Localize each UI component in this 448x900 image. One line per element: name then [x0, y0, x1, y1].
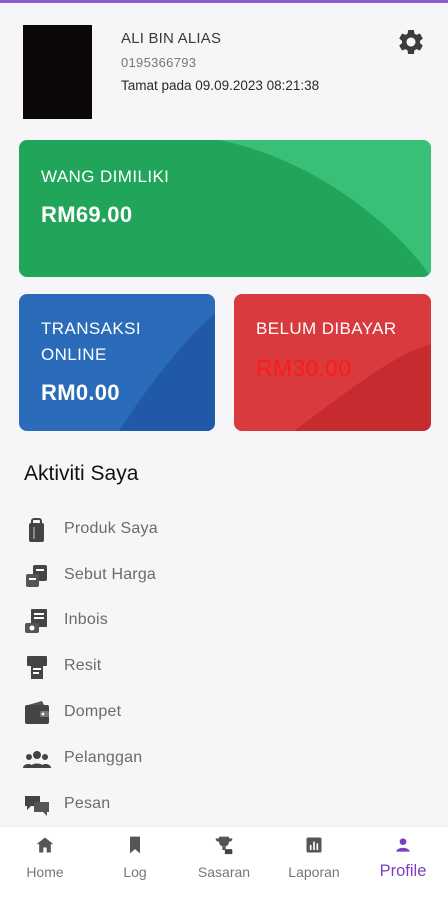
quotation-icon [26, 565, 47, 587]
online-transaction-card[interactable]: TRANSAKSI ONLINE RM0.00 [19, 294, 215, 431]
menu-item-inbois[interactable]: Inbois [0, 598, 448, 642]
menu-item-label: Resit [64, 657, 102, 674]
unpaid-amount: RM30.00 [256, 355, 352, 381]
nav-home[interactable]: Home [0, 827, 90, 900]
menu-item-label: Dompet [64, 703, 122, 720]
bottom-navigation: Home Log Sasaran Laporan Profile [0, 826, 448, 900]
message-icon [25, 796, 49, 816]
nav-profile[interactable]: Profile [358, 827, 448, 900]
unpaid-label: BELUM DIBAYAR [256, 319, 397, 338]
nav-log[interactable]: Log [90, 827, 180, 900]
menu-item-label: Inbois [64, 611, 108, 628]
subscription-expiry: Tamat pada 09.09.2023 08:21:38 [121, 78, 320, 93]
balance-label: WANG DIMILIKI [41, 167, 170, 186]
report-icon [306, 837, 322, 853]
menu-item-pesan[interactable]: Pesan [0, 782, 448, 826]
profile-header: ALI BIN ALIAS 0195366793 Tamat pada 09.0… [0, 3, 448, 125]
unpaid-card[interactable]: BELUM DIBAYAR RM30.00 [234, 294, 431, 431]
menu-item-label: Sebut Harga [64, 566, 157, 583]
person-icon [396, 838, 410, 852]
settings-button[interactable] [396, 27, 426, 57]
nav-label: Log [123, 864, 147, 880]
nav-label: Profile [379, 862, 427, 880]
product-bag-icon [29, 518, 44, 542]
gear-icon [399, 30, 423, 54]
nav-label: Sasaran [197, 864, 251, 880]
trophy-icon [215, 836, 233, 855]
bookmark-icon [130, 836, 140, 854]
menu-item-dompet[interactable]: Dompet [0, 690, 448, 734]
wallet-icon [25, 701, 49, 724]
menu-item-produk-saya[interactable]: Produk Saya [0, 507, 448, 551]
customers-icon [23, 751, 51, 768]
online-transaction-amount: RM0.00 [41, 380, 120, 405]
online-transaction-label: TRANSAKSI ONLINE [41, 319, 141, 364]
invoice-icon [25, 609, 47, 633]
activity-section-title: Aktiviti Saya [24, 462, 139, 485]
menu-item-label: Produk Saya [64, 520, 158, 537]
menu-item-label: Pesan [64, 795, 111, 812]
balance-card[interactable]: WANG DIMILIKI RM69.00 [19, 140, 431, 277]
menu-item-sebut-harga[interactable]: Sebut Harga [0, 553, 448, 597]
menu-item-pelanggan[interactable]: Pelanggan [0, 736, 448, 780]
user-phone: 0195366793 [121, 55, 197, 70]
nav-label: Home [26, 864, 64, 880]
menu-item-resit[interactable]: Resit [0, 644, 448, 688]
nav-laporan[interactable]: Laporan [269, 827, 359, 900]
avatar[interactable] [23, 25, 92, 119]
nav-label: Laporan [288, 864, 340, 880]
menu-item-label: Pelanggan [64, 749, 143, 766]
receipt-icon [27, 656, 47, 679]
user-name: ALI BIN ALIAS [121, 30, 222, 47]
nav-sasaran[interactable]: Sasaran [179, 827, 269, 900]
home-icon [36, 837, 54, 853]
balance-amount: RM69.00 [41, 202, 133, 227]
